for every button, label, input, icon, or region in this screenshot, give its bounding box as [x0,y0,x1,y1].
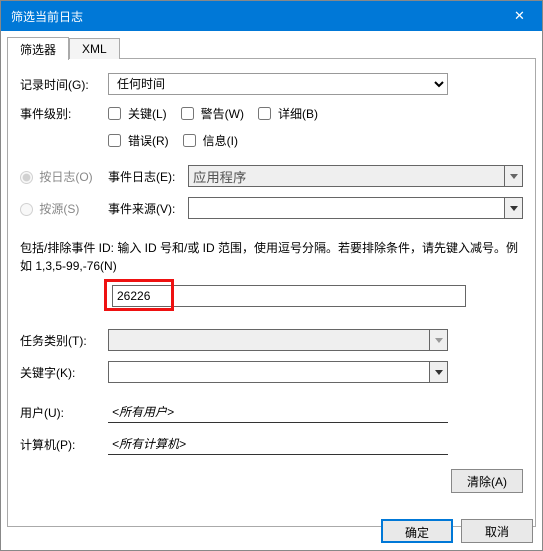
label-event-sources: 事件来源(V): [108,200,188,217]
chevron-down-icon [504,166,522,186]
logged-time-select[interactable]: 任何时间 [108,73,448,95]
tab-xml[interactable]: XML [69,38,120,59]
keywords-input[interactable] [109,362,429,382]
event-id-hint: 包括/排除事件 ID: 输入 ID 号和/或 ID 范围，使用逗号分隔。若要排除… [20,239,523,275]
dialog-footer: 确定 取消 [381,519,533,543]
event-id-input[interactable] [112,285,466,307]
level-checks: 关键(L) 警告(W) 详细(B) [108,105,318,122]
clear-button[interactable]: 清除(A) [451,469,523,493]
filter-panel: 记录时间(G): 任何时间 事件级别: 关键(L) 警告(W) 详细(B) 错误… [7,59,536,527]
check-critical-label[interactable]: 关键(L) [108,105,167,122]
user-input[interactable] [108,401,448,423]
check-critical[interactable] [108,107,121,120]
check-warning-label[interactable]: 警告(W) [181,105,244,122]
titlebar: 筛选当前日志 ✕ [1,1,542,31]
label-event-logs: 事件日志(E): [108,168,188,185]
tab-bar: 筛选器 XML [7,37,536,59]
check-information-label[interactable]: 信息(I) [183,132,238,149]
radio-by-source-label: 按源(S) [20,200,108,217]
event-sources-combo[interactable] [188,197,523,219]
check-error[interactable] [108,134,121,147]
event-logs-combo [188,165,523,187]
computer-input[interactable] [108,433,448,455]
label-user: 用户(U): [20,404,108,421]
event-sources-input[interactable] [189,198,504,218]
check-verbose-label[interactable]: 详细(B) [258,105,318,122]
label-logged: 记录时间(G): [20,76,108,93]
check-information[interactable] [183,134,196,147]
window-title: 筛选当前日志 [11,8,83,25]
check-warning[interactable] [181,107,194,120]
check-verbose[interactable] [258,107,271,120]
chevron-down-icon[interactable] [504,198,522,218]
ok-button[interactable]: 确定 [381,519,453,543]
task-category-input [109,330,429,350]
level-checks-2: 错误(R) 信息(I) [108,132,238,149]
chevron-down-icon[interactable] [429,362,447,382]
radio-by-source [20,203,33,216]
check-error-label[interactable]: 错误(R) [108,132,169,149]
tab-filter[interactable]: 筛选器 [7,37,69,60]
radio-by-log-label: 按日志(O) [20,168,108,185]
task-category-combo [108,329,448,351]
content-area: 筛选器 XML 记录时间(G): 任何时间 事件级别: 关键(L) 警告(W) … [1,31,542,537]
event-id-row [20,285,523,315]
keywords-combo[interactable] [108,361,448,383]
event-logs-input [189,166,504,186]
cancel-button[interactable]: 取消 [461,519,533,543]
label-keywords: 关键字(K): [20,364,108,381]
label-level: 事件级别: [20,105,108,122]
label-computer: 计算机(P): [20,436,108,453]
label-task-category: 任务类别(T): [20,332,108,349]
close-button[interactable]: ✕ [497,1,542,31]
close-icon: ✕ [514,8,525,24]
radio-by-log [20,171,33,184]
chevron-down-icon [429,330,447,350]
